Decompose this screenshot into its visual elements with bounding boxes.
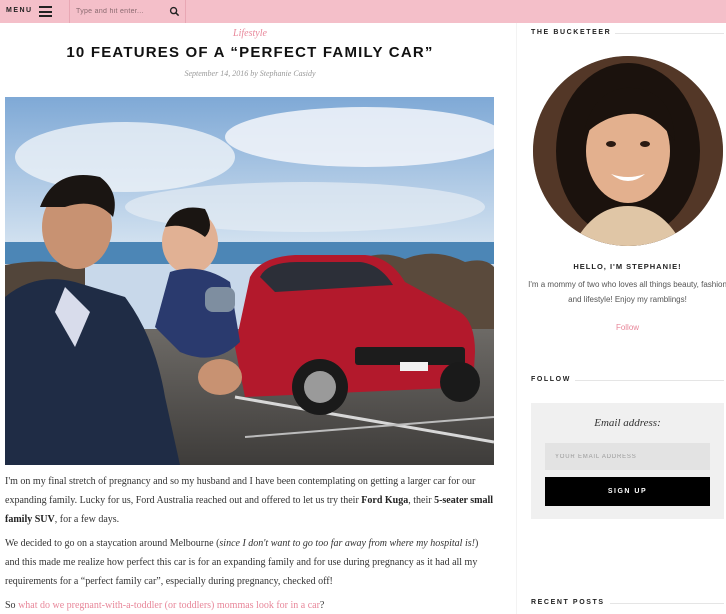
email-label: Email address: <box>594 417 661 429</box>
email-subscribe-box: Email address: SIGN UP <box>531 403 724 519</box>
email-field[interactable] <box>545 443 710 470</box>
search-icon[interactable] <box>169 6 180 17</box>
hero-photo-family-car <box>5 97 494 465</box>
about-bio: I'm a mommy of two who loves all things … <box>528 280 726 304</box>
post-title[interactable]: 10 FEATURES OF A “PERFECT FAMILY CAR” <box>40 44 460 61</box>
post-paragraph-1: I'm on my final stretch of pregnancy and… <box>5 476 494 525</box>
sidebar-divider <box>516 23 517 614</box>
menu-label[interactable]: MENU <box>6 7 33 14</box>
heading-rule <box>575 380 724 381</box>
hamburger-menu-icon[interactable] <box>39 6 52 17</box>
sidebar-heading-follow: FOLLOW <box>531 376 571 383</box>
sign-up-button[interactable]: SIGN UP <box>545 477 710 506</box>
inline-article-link[interactable]: what do we pregnant-with-a-toddler (or t… <box>18 600 320 611</box>
post-paragraph-2: We decided to go on a staycation around … <box>5 538 479 587</box>
italic-aside: since I don't want to go too far away fr… <box>219 538 475 549</box>
top-navigation-bar: MENU <box>0 0 726 23</box>
search-box <box>69 0 186 23</box>
sidebar-heading-about: THE BUCKETEER <box>531 29 612 36</box>
follow-link[interactable]: Follow <box>531 323 724 332</box>
avatar <box>533 56 723 246</box>
sidebar-heading-recent-posts: RECENT POSTS <box>531 599 605 606</box>
post-meta: September 14, 2016 by Stephanie Casidy <box>184 69 316 78</box>
heading-rule <box>615 33 724 34</box>
search-input[interactable] <box>76 5 166 18</box>
post-paragraph-3: So what do we pregnant-with-a-toddler (o… <box>5 600 325 611</box>
post-category[interactable]: Lifestyle <box>200 28 300 39</box>
bold-ford-kuga: Ford Kuga <box>361 495 409 506</box>
about-greeting: HELLO, I'M STEPHANIE! <box>573 262 682 271</box>
heading-rule <box>610 603 724 604</box>
